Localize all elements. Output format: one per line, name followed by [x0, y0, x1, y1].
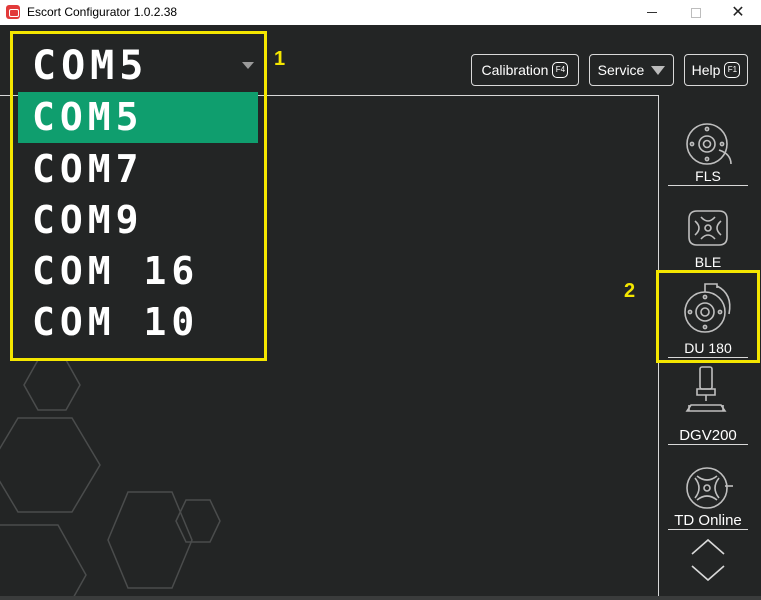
chevron-down-icon	[691, 565, 725, 582]
sidebar-item-td-online[interactable]: TD Online	[665, 464, 751, 532]
service-button[interactable]: Service	[589, 54, 674, 86]
horizontal-scrollbar[interactable]	[0, 596, 761, 600]
hexagon-decoration	[0, 360, 221, 600]
chevron-down-icon	[651, 65, 666, 75]
du180-sensor-icon	[684, 283, 731, 333]
help-label: Help	[691, 62, 721, 78]
minimize-icon	[647, 12, 657, 13]
dgv200-sensor-icon	[685, 366, 727, 412]
close-button[interactable]: ✕	[715, 0, 761, 25]
sidebar-item-fls[interactable]: FLS	[665, 120, 751, 188]
sidebar-item-label: DGV200	[679, 427, 737, 444]
title-bar: Escort Configurator 1.0.2.38 ✕	[0, 0, 761, 25]
chevron-up-icon	[691, 538, 725, 555]
close-icon: ✕	[731, 3, 745, 21]
sidebar-item-dgv200[interactable]: DGV200	[665, 365, 751, 445]
maximize-icon	[691, 7, 701, 18]
calibration-label: Calibration	[481, 62, 549, 78]
sidebar-item-label: BLE	[694, 254, 722, 270]
maximize-button[interactable]	[673, 0, 719, 25]
help-button[interactable]: Help F1	[684, 54, 748, 86]
annotation-marker-1: 1	[274, 48, 286, 70]
window-title: Escort Configurator 1.0.2.38	[27, 5, 178, 19]
scroll-up-button[interactable]	[690, 537, 726, 557]
sidebar-item-label: TD Online	[674, 512, 742, 529]
sidebar-item-label: FLS	[695, 168, 721, 184]
annotation-marker-2: 2	[624, 280, 636, 302]
f4-key-icon: F4	[552, 62, 569, 78]
scroll-down-button[interactable]	[690, 563, 726, 583]
sidebar-divider	[668, 185, 748, 186]
fls-sensor-icon	[686, 123, 732, 165]
f1-key-icon: F1	[724, 62, 741, 78]
calibration-button[interactable]: Calibration F4	[471, 54, 579, 86]
sidebar-divider	[668, 444, 748, 445]
minimize-button[interactable]	[629, 0, 675, 25]
sidebar-divider	[668, 529, 748, 530]
main-panel	[263, 95, 659, 600]
td-online-sensor-icon	[686, 467, 733, 509]
sidebar-item-du180[interactable]: DU 180	[665, 276, 751, 360]
sidebar-item-ble[interactable]: BLE	[665, 203, 751, 271]
app-logo-icon	[6, 5, 20, 19]
service-label: Service	[597, 62, 645, 78]
ble-sensor-icon	[688, 210, 728, 246]
sidebar-divider	[668, 357, 748, 358]
annotation-box-1	[10, 31, 267, 361]
sidebar-item-label: DU 180	[684, 340, 732, 356]
